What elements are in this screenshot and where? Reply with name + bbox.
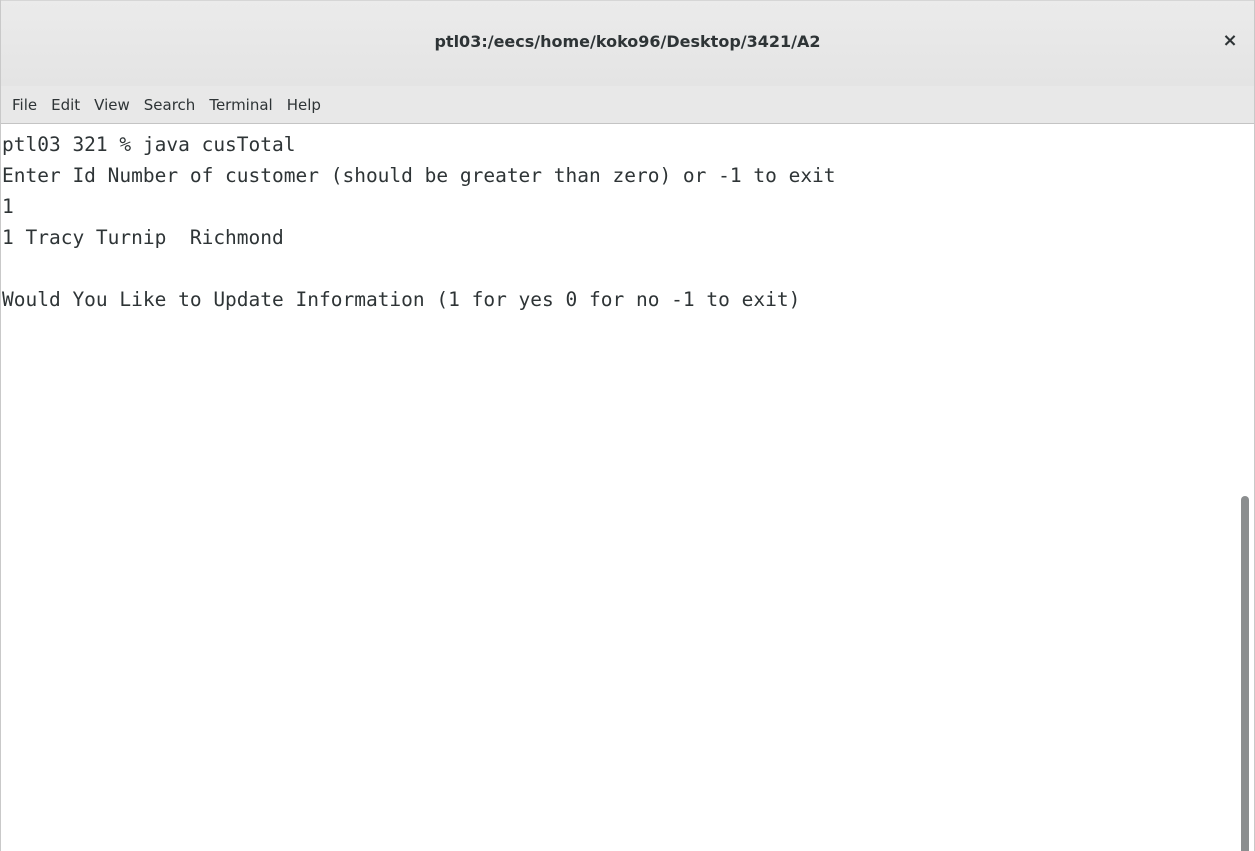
menu-help[interactable]: Help	[281, 92, 327, 118]
terminal-output[interactable]: ptl03 321 % java cusTotal Enter Id Numbe…	[1, 124, 1238, 851]
menu-edit[interactable]: Edit	[45, 92, 86, 118]
close-icon[interactable]: ×	[1218, 29, 1242, 53]
menu-view[interactable]: View	[88, 92, 136, 118]
window-title: ptl03:/eecs/home/koko96/Desktop/3421/A2	[434, 32, 821, 51]
menu-file[interactable]: File	[6, 92, 43, 118]
scrollbar-thumb[interactable]	[1241, 496, 1249, 851]
vertical-scrollbar[interactable]	[1236, 124, 1254, 851]
menu-bar: File Edit View Search Terminal Help	[1, 86, 1254, 124]
terminal-line: 1	[2, 195, 14, 218]
terminal-window: ptl03:/eecs/home/koko96/Desktop/3421/A2 …	[0, 0, 1255, 851]
menu-terminal[interactable]: Terminal	[203, 92, 278, 118]
terminal-line: 1 Tracy Turnip Richmond	[2, 226, 284, 249]
menu-search[interactable]: Search	[138, 92, 202, 118]
terminal-line: Would You Like to Update Information (1 …	[2, 288, 801, 311]
terminal-line: Enter Id Number of customer (should be g…	[2, 164, 836, 187]
title-bar[interactable]: ptl03:/eecs/home/koko96/Desktop/3421/A2 …	[1, 0, 1254, 86]
terminal-line: ptl03 321 % java cusTotal	[2, 133, 296, 156]
